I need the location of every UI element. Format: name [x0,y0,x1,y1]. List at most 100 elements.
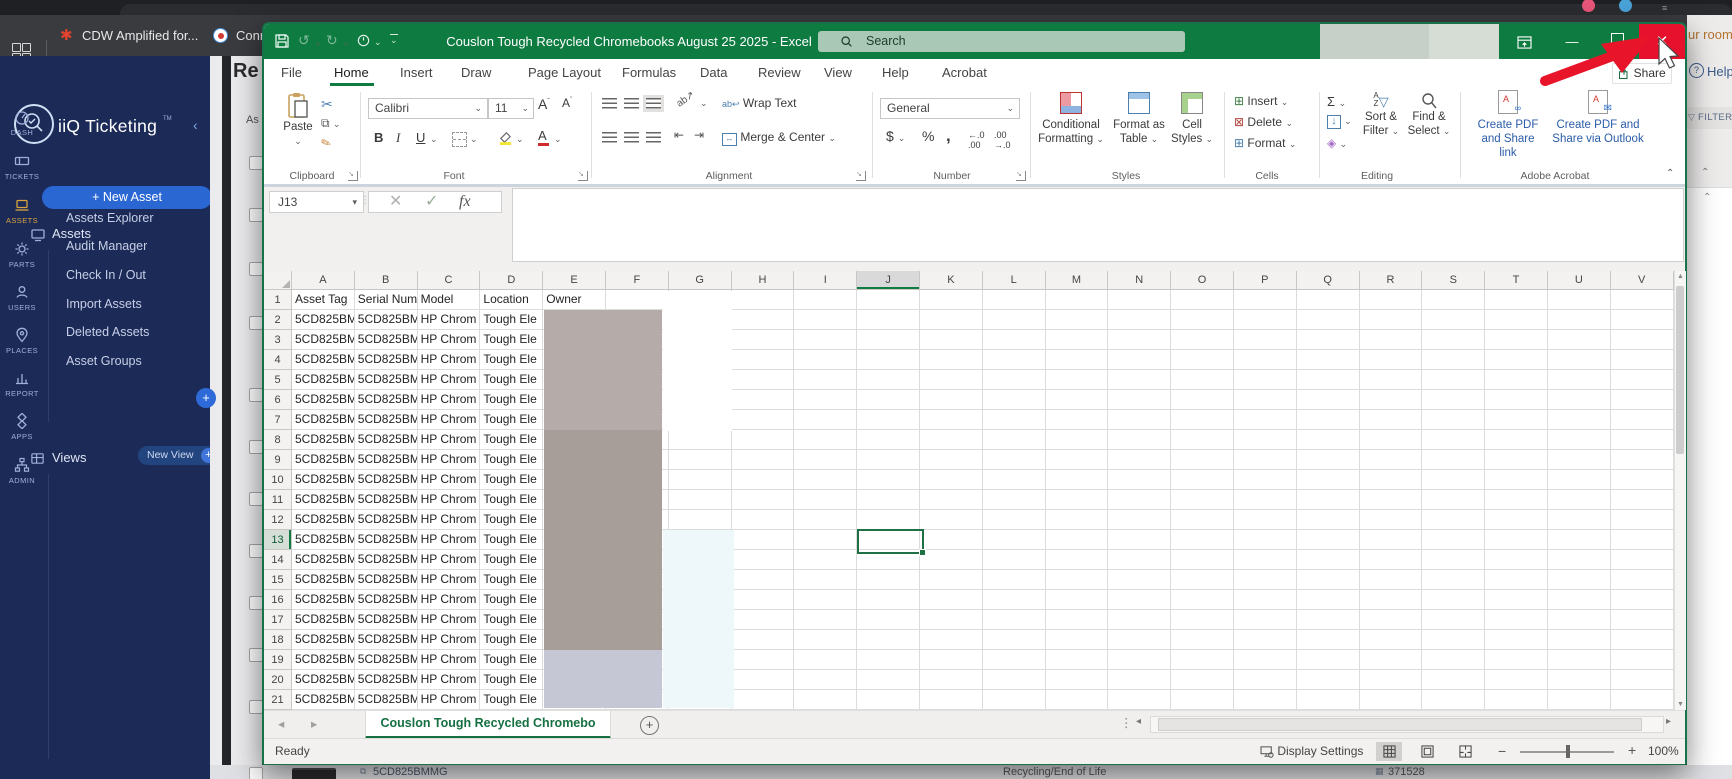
cell-O8[interactable] [1171,430,1234,450]
browser-menu-icon[interactable]: ≡ [1662,3,1667,13]
cell-I21[interactable] [794,690,857,710]
cell-L5[interactable] [983,370,1046,390]
cell-N21[interactable] [1108,690,1171,710]
cell-L6[interactable] [983,390,1046,410]
orientation-caret-icon[interactable]: ⌄ [700,98,708,109]
ribbon-tab-review[interactable]: Review [758,59,801,86]
cell-V2[interactable] [1611,310,1674,330]
cell-M20[interactable] [1046,670,1109,690]
cell-K3[interactable] [920,330,983,350]
cell-V11[interactable] [1611,490,1674,510]
cell-B12[interactable]: 5CD825BM [355,510,418,530]
cell-B13[interactable]: 5CD825BM [355,530,418,550]
scroll-down-icon[interactable]: ▼ [1675,701,1686,708]
number-dialog-launcher[interactable]: ↘ [1016,171,1026,181]
cell-H18[interactable] [732,630,795,650]
cell-L9[interactable] [983,450,1046,470]
cell-N18[interactable] [1108,630,1171,650]
cell-L17[interactable] [983,610,1046,630]
cell-L16[interactable] [983,590,1046,610]
cell-S11[interactable] [1422,490,1485,510]
cell-H9[interactable] [732,450,795,470]
column-header-A[interactable]: A [292,271,355,290]
cell-L1[interactable] [983,290,1046,310]
cell-S5[interactable] [1422,370,1485,390]
row-checkbox[interactable] [249,767,263,779]
cell-O16[interactable] [1171,590,1234,610]
cell-P19[interactable] [1234,650,1297,670]
cell-C8[interactable]: HP Chrom [418,430,481,450]
cell-L2[interactable] [983,310,1046,330]
row-header-6[interactable]: 6 [264,390,292,410]
cell-A18[interactable]: 5CD825BM [292,630,355,650]
cell-M11[interactable] [1046,490,1109,510]
column-header-O[interactable]: O [1171,271,1234,290]
cell-J5[interactable] [857,370,920,390]
row-header-7[interactable]: 7 [264,410,292,430]
cell-S10[interactable] [1422,470,1485,490]
cell-P21[interactable] [1234,690,1297,710]
zoom-level[interactable]: 100% [1648,744,1679,758]
cell-K21[interactable] [920,690,983,710]
ribbon-display-options-icon[interactable] [1501,24,1547,59]
cell-D7[interactable]: Tough Ele [480,410,543,430]
column-header-L[interactable]: L [983,271,1046,290]
cell-T12[interactable] [1485,510,1548,530]
cell-D2[interactable]: Tough Ele [480,310,543,330]
cell-R4[interactable] [1360,350,1423,370]
minimize-button[interactable]: — [1549,24,1595,59]
cell-I20[interactable] [794,670,857,690]
row-header-9[interactable]: 9 [264,450,292,470]
sidebar-item-audit-manager[interactable]: Audit Manager [66,239,147,253]
ribbon-tab-insert[interactable]: Insert [400,59,433,86]
cell-V14[interactable] [1611,550,1674,570]
cell-G12[interactable] [669,510,732,530]
cell-A11[interactable]: 5CD825BM [292,490,355,510]
cut-icon[interactable]: ✂ [321,96,333,113]
cell-B4[interactable]: 5CD825BM [355,350,418,370]
cell-T4[interactable] [1485,350,1548,370]
cell-U1[interactable] [1548,290,1611,310]
cell-O3[interactable] [1171,330,1234,350]
cell-B19[interactable]: 5CD825BM [355,650,418,670]
cell-T8[interactable] [1485,430,1548,450]
font-size-select[interactable]: 11⌄ [488,98,534,119]
cell-P20[interactable] [1234,670,1297,690]
row-header-11[interactable]: 11 [264,490,292,510]
cell-Q2[interactable] [1297,310,1360,330]
cell-C12[interactable]: HP Chrom [418,510,481,530]
cell-B10[interactable]: 5CD825BM [355,470,418,490]
orientation-icon[interactable]: ab↗ [675,89,697,109]
display-settings-button[interactable]: Display Settings [1260,744,1363,758]
row-header-2[interactable]: 2 [264,310,292,330]
cell-J16[interactable] [857,590,920,610]
row-header-12[interactable]: 12 [264,510,292,530]
cell-U20[interactable] [1548,670,1611,690]
cell-T1[interactable] [1485,290,1548,310]
cell-V10[interactable] [1611,470,1674,490]
ribbon-tab-view[interactable]: View [824,59,852,86]
cell-O18[interactable] [1171,630,1234,650]
sidebar-section-views[interactable]: Views [52,450,86,465]
sidebar-rail-assets[interactable]: ASSETS [0,196,44,225]
cell-D1[interactable]: Location [480,290,543,310]
cell-S9[interactable] [1422,450,1485,470]
cell-L15[interactable] [983,570,1046,590]
cell-V15[interactable] [1611,570,1674,590]
cell-T3[interactable] [1485,330,1548,350]
cell-Q19[interactable] [1297,650,1360,670]
cell-Q7[interactable] [1297,410,1360,430]
cell-S17[interactable] [1422,610,1485,630]
cell-V6[interactable] [1611,390,1674,410]
cell-M18[interactable] [1046,630,1109,650]
cell-R21[interactable] [1360,690,1423,710]
cell-K6[interactable] [920,390,983,410]
cell-P18[interactable] [1234,630,1297,650]
cell-G10[interactable] [669,470,732,490]
cell-R12[interactable] [1360,510,1423,530]
hscroll-left-icon[interactable]: ◂ [1136,716,1141,727]
find-select-button[interactable]: Find & Select ⌄ [1404,92,1454,138]
cell-D12[interactable]: Tough Ele [480,510,543,530]
cell-V16[interactable] [1611,590,1674,610]
cell-J8[interactable] [857,430,920,450]
